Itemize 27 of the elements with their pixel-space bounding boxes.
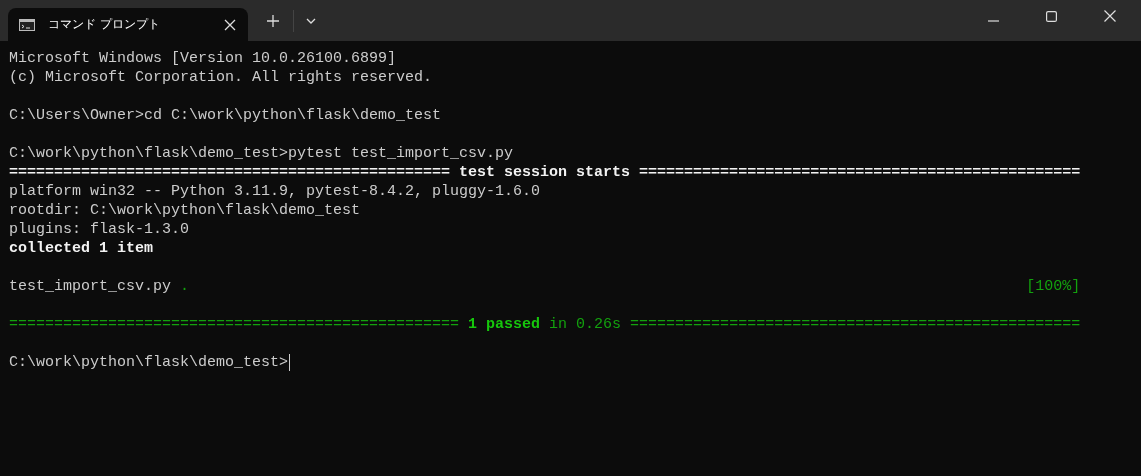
close-icon[interactable] bbox=[1104, 10, 1116, 22]
terminal-text: [100%] bbox=[1026, 277, 1081, 296]
terminal-text: collected 1 item bbox=[9, 239, 154, 258]
terminal-text: C:\work\python\flask\demo_test> bbox=[9, 353, 289, 372]
tab-title: コマンド プロンプト bbox=[48, 16, 160, 33]
terminal-text: ================================================= bbox=[9, 163, 451, 182]
terminal-text: C:\work\python\flask\demo_test>pytest test_import_csv.py bbox=[9, 144, 514, 163]
terminal-text: test_import_csv.py bbox=[9, 277, 173, 296]
terminal-text: (c) Microsoft Corporation. All rights reserved. bbox=[9, 68, 433, 87]
terminal-text: . bbox=[180, 277, 190, 296]
terminal-text: rootdir: C:\work\python\flask\demo_test bbox=[9, 201, 361, 220]
terminal-text: ================================================== bbox=[630, 315, 1081, 334]
chevron-down-icon[interactable] bbox=[306, 18, 316, 24]
terminal-text: ================================================== bbox=[9, 315, 460, 334]
terminal-text: plugins: flask-1.3.0 bbox=[9, 220, 190, 239]
terminal-tab[interactable]: コマンド プロンプト bbox=[8, 8, 248, 41]
close-icon[interactable] bbox=[224, 18, 236, 31]
terminal-text: ================================================= bbox=[639, 163, 1081, 182]
terminal-text: test session starts bbox=[458, 163, 632, 182]
terminal-text: Microsoft Windows [Version 10.0.26100.6899] bbox=[9, 49, 397, 68]
terminal-text: 1 passed bbox=[467, 315, 541, 334]
terminal-text: platform win32 -- Python 3.11.9, pytest-8.4.2, pluggy-1.6.0 bbox=[9, 182, 541, 201]
terminal-text: in 0.26s bbox=[548, 315, 623, 334]
terminal-icon bbox=[19, 18, 35, 31]
maximize-icon[interactable] bbox=[1046, 11, 1057, 22]
terminal-text: C:\Users\Owner>cd C:\work\python\flask\demo_test bbox=[9, 106, 442, 125]
plus-icon[interactable] bbox=[267, 15, 279, 27]
